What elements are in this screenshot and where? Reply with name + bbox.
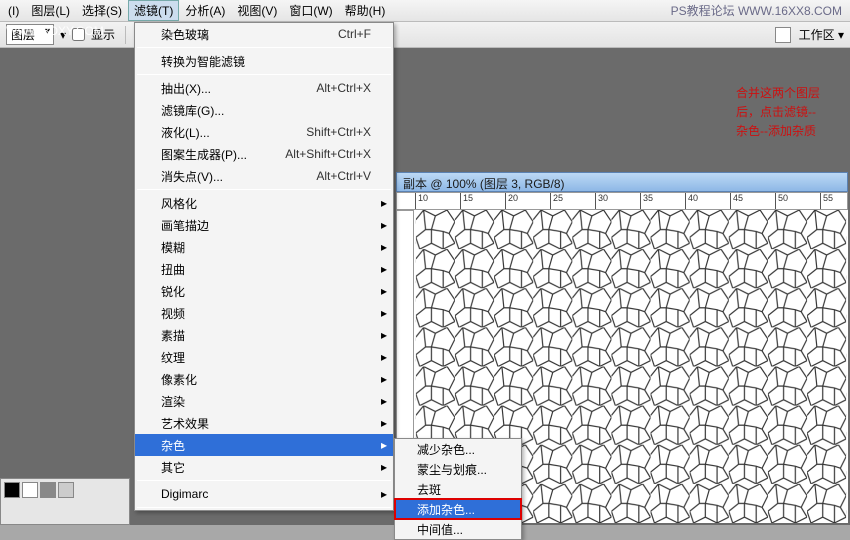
menu-file[interactable]: (I) — [2, 2, 25, 20]
submenu-despeckle[interactable]: 去斑 — [395, 479, 521, 499]
swatch-gray[interactable] — [40, 482, 56, 498]
menu-pixelate[interactable]: 像素化▸ — [135, 368, 393, 390]
menu-vanishing-point[interactable]: 消失点(V)...Alt+Ctrl+V — [135, 165, 393, 187]
watermark-right: PS教程论坛 WWW.16XX8.COM — [671, 2, 842, 19]
annotation-text: 合并这两个图层 后，点击滤镜-- 杂色--添加杂质 — [736, 84, 820, 142]
color-palette — [0, 478, 130, 525]
menu-layer[interactable]: 图层(L) — [25, 0, 76, 21]
menu-help[interactable]: 帮助(H) — [339, 0, 392, 21]
swatch-black[interactable] — [4, 482, 20, 498]
menu-window[interactable]: 窗口(W) — [283, 0, 338, 21]
menu-pattern-maker[interactable]: 图案生成器(P)...Alt+Shift+Ctrl+X — [135, 143, 393, 165]
document-titlebar[interactable]: 副本 @ 100% (图层 3, RGB/8) — [396, 172, 848, 192]
menu-other[interactable]: 其它▸ — [135, 456, 393, 478]
menu-last-filter[interactable]: 染色玻璃 Ctrl+F — [135, 23, 393, 45]
submenu-median[interactable]: 中间值... — [395, 519, 521, 539]
menu-artistic[interactable]: 艺术效果▸ — [135, 412, 393, 434]
workspace-dropdown[interactable]: 工作区 ▾ — [799, 26, 844, 43]
menu-filter[interactable]: 滤镜(T) — [128, 0, 179, 21]
menu-texture[interactable]: 纹理▸ — [135, 346, 393, 368]
submenu-reduce-noise[interactable]: 减少杂色... — [395, 439, 521, 459]
menu-liquify[interactable]: 液化(L)...Shift+Ctrl+X — [135, 121, 393, 143]
swatch-white[interactable] — [22, 482, 38, 498]
chevron-right-icon: ▸ — [381, 196, 387, 210]
menu-distort[interactable]: 扭曲▸ — [135, 258, 393, 280]
submenu-add-noise[interactable]: 添加杂色... — [395, 499, 521, 519]
menu-sketch[interactable]: 素描▸ — [135, 324, 393, 346]
menu-select[interactable]: 选择(S) — [76, 0, 128, 21]
menu-digimarc[interactable]: Digimarc▸ — [135, 483, 393, 505]
watermark-left: WWW.3DXY.COM — [6, 24, 104, 38]
ruler-horizontal: 10 15 20 25 30 35 40 45 50 55 — [396, 192, 848, 210]
hand-icon[interactable] — [775, 27, 791, 43]
menu-video[interactable]: 视频▸ — [135, 302, 393, 324]
menu-stylize[interactable]: 风格化▸ — [135, 192, 393, 214]
menu-noise[interactable]: 杂色▸ — [135, 434, 393, 456]
swatch-lightgray[interactable] — [58, 482, 74, 498]
menu-brush-strokes[interactable]: 画笔描边▸ — [135, 214, 393, 236]
menu-analysis[interactable]: 分析(A) — [179, 0, 231, 21]
menu-blur[interactable]: 模糊▸ — [135, 236, 393, 258]
menu-filter-gallery[interactable]: 滤镜库(G)... — [135, 99, 393, 121]
menu-render[interactable]: 渲染▸ — [135, 390, 393, 412]
menu-sharpen[interactable]: 锐化▸ — [135, 280, 393, 302]
submenu-dust-scratches[interactable]: 蒙尘与划痕... — [395, 459, 521, 479]
options-bar: 图层 ▾ 显示 工作区 ▾ — [0, 22, 850, 48]
menu-convert-smart[interactable]: 转换为智能滤镜 — [135, 50, 393, 72]
menu-extract[interactable]: 抽出(X)...Alt+Ctrl+X — [135, 77, 393, 99]
menu-view[interactable]: 视图(V) — [231, 0, 283, 21]
filter-menu: 染色玻璃 Ctrl+F 转换为智能滤镜 抽出(X)...Alt+Ctrl+X 滤… — [134, 22, 394, 511]
